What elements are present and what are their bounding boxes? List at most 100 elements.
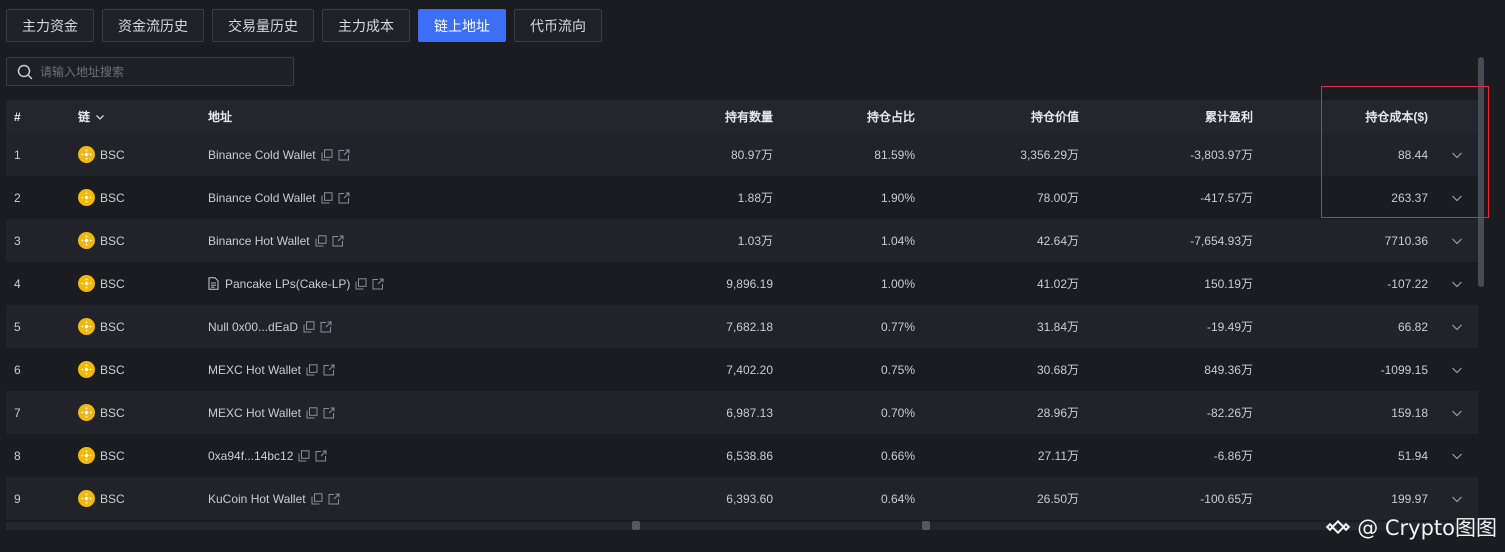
address-cell: MEXC Hot Wallet <box>208 348 335 391</box>
address-cell: Binance Cold Wallet <box>208 176 350 219</box>
header-address: 地址 <box>208 110 233 124</box>
table-row[interactable]: 3 BSC Binance Hot Wallet 1.03万 1.04% 42.64万 -7… <box>6 219 1478 262</box>
address-label[interactable]: Binance Hot Wallet <box>208 234 310 248</box>
tab-main-cost[interactable]: 主力成本 <box>322 9 410 42</box>
tab-token-flow[interactable]: 代币流向 <box>514 9 602 42</box>
quantity-cell: 7,682.18 <box>726 319 773 334</box>
copy-icon[interactable] <box>321 148 333 161</box>
chevron-down-icon <box>1452 410 1462 416</box>
quantity-cell: 6,393.60 <box>726 491 773 506</box>
pnl-cell: -7,654.93万 <box>1190 234 1253 248</box>
chain-name: BSC <box>100 362 125 377</box>
expand-row-button[interactable] <box>1450 176 1464 219</box>
address-label[interactable]: KuCoin Hot Wallet <box>208 492 306 506</box>
copy-icon[interactable] <box>298 449 310 462</box>
bnb-coin-icon <box>78 275 95 292</box>
copy-icon[interactable] <box>303 320 315 333</box>
header-chain-filter[interactable]: 链 <box>78 100 106 133</box>
header-cost: 持仓成本($) <box>1365 110 1428 124</box>
horizontal-scroll-handle-left[interactable] <box>632 521 640 530</box>
address-cell: 0xa94f...14bc12 <box>208 434 327 477</box>
table-row[interactable]: 4 BSC Pancake LPs(Cake-LP) 9,896.19 1.00% 41.… <box>6 262 1478 305</box>
pnl-cell: -3,803.97万 <box>1190 148 1253 162</box>
cost-cell: 51.94 <box>1397 448 1428 463</box>
table-row[interactable]: 2 BSC Binance Cold Wallet 1.88万 1.90% 78.00万 -… <box>6 176 1478 219</box>
percent-cell: 0.77% <box>880 319 915 334</box>
address-label[interactable]: Binance Cold Wallet <box>208 191 316 205</box>
horizontal-scroll-handle-right[interactable] <box>922 521 930 530</box>
chain-cell: BSC <box>78 348 125 391</box>
bnb-coin-icon <box>78 189 95 206</box>
row-num: 3 <box>14 233 21 248</box>
table-row[interactable]: 5 BSC Null 0x00...dEaD 7,682.18 0.77% 31.84万 -… <box>6 305 1478 348</box>
tab-volume-history[interactable]: 交易量历史 <box>212 9 314 42</box>
table-row[interactable]: 6 BSC MEXC Hot Wallet 7,402.20 0.75% 30.68万 84… <box>6 348 1478 391</box>
address-label[interactable]: Pancake LPs(Cake-LP) <box>225 277 350 291</box>
chain-name: BSC <box>100 147 125 162</box>
pnl-cell: 150.19万 <box>1204 277 1253 291</box>
copy-icon[interactable] <box>315 234 327 247</box>
percent-cell: 1.90% <box>880 190 915 205</box>
quantity-cell: 6,538.86 <box>726 448 773 463</box>
external-link-icon[interactable] <box>323 407 335 419</box>
binance-logo-icon <box>1325 519 1351 535</box>
expand-row-button[interactable] <box>1450 133 1464 176</box>
address-table: # 链 地址 持有数量 持仓占比 持仓价值 累计盈利 持仓成本($) 1 BSC B… <box>6 100 1478 520</box>
external-link-icon[interactable] <box>338 149 350 161</box>
expand-row-button[interactable] <box>1450 262 1464 305</box>
pnl-cell: -417.57万 <box>1200 191 1253 205</box>
table-row[interactable]: 9 BSC KuCoin Hot Wallet 6,393.60 0.64% 26.50万… <box>6 477 1478 520</box>
percent-cell: 0.64% <box>880 491 915 506</box>
address-label[interactable]: MEXC Hot Wallet <box>208 363 301 377</box>
header-chain-label: 链 <box>78 110 91 124</box>
external-link-icon[interactable] <box>323 364 335 376</box>
percent-cell: 0.75% <box>880 362 915 377</box>
chevron-down-icon <box>1452 152 1462 158</box>
expand-row-button[interactable] <box>1450 391 1464 434</box>
value-cell: 27.11万 <box>1037 449 1079 463</box>
chain-name: BSC <box>100 190 125 205</box>
expand-row-button[interactable] <box>1450 348 1464 391</box>
tab-main-funds[interactable]: 主力资金 <box>6 9 94 42</box>
external-link-icon[interactable] <box>328 493 340 505</box>
copy-icon[interactable] <box>321 191 333 204</box>
table-row[interactable]: 1 BSC Binance Cold Wallet 80.97万 81.59% 3,356… <box>6 133 1478 176</box>
row-num: 2 <box>14 190 21 205</box>
pnl-cell: 849.36万 <box>1204 363 1253 377</box>
percent-cell: 1.00% <box>880 276 915 291</box>
copy-icon[interactable] <box>355 277 367 290</box>
chain-cell: BSC <box>78 391 125 434</box>
address-label[interactable]: 0xa94f...14bc12 <box>208 449 293 463</box>
chevron-down-icon <box>1452 496 1462 502</box>
address-label[interactable]: MEXC Hot Wallet <box>208 406 301 420</box>
search-box <box>6 57 294 86</box>
chain-cell: BSC <box>78 176 125 219</box>
expand-row-button[interactable] <box>1450 434 1464 477</box>
external-link-icon[interactable] <box>320 321 332 333</box>
address-label[interactable]: Binance Cold Wallet <box>208 148 316 162</box>
copy-icon[interactable] <box>306 406 318 419</box>
external-link-icon[interactable] <box>332 235 344 247</box>
external-link-icon[interactable] <box>372 278 384 290</box>
table-row[interactable]: 8 BSC 0xa94f...14bc12 6,538.86 0.66% 27.11万 -6… <box>6 434 1478 477</box>
copy-icon[interactable] <box>311 492 323 505</box>
external-link-icon[interactable] <box>315 450 327 462</box>
address-cell: KuCoin Hot Wallet <box>208 477 340 520</box>
search-icon <box>17 64 33 79</box>
expand-row-button[interactable] <box>1450 219 1464 262</box>
address-cell: MEXC Hot Wallet <box>208 391 335 434</box>
copy-icon[interactable] <box>306 363 318 376</box>
horizontal-scrollbar[interactable] <box>6 522 1478 530</box>
address-label[interactable]: Null 0x00...dEaD <box>208 320 298 334</box>
tab-onchain-address[interactable]: 链上地址 <box>418 9 506 42</box>
value-cell: 41.02万 <box>1036 277 1079 291</box>
address-search-input[interactable] <box>40 58 293 85</box>
percent-cell: 81.59% <box>874 147 915 162</box>
external-link-icon[interactable] <box>338 192 350 204</box>
onchain-address-panel: 主力资金 资金流历史 交易量历史 主力成本 链上地址 代币流向 # 链 地址 持… <box>0 0 1505 552</box>
expand-row-button[interactable] <box>1450 305 1464 348</box>
tab-fund-flow-history[interactable]: 资金流历史 <box>102 9 204 42</box>
table-row[interactable]: 7 BSC MEXC Hot Wallet 6,987.13 0.70% 28.96万 -8… <box>6 391 1478 434</box>
pnl-cell: -82.26万 <box>1206 406 1253 420</box>
vertical-scrollbar[interactable] <box>1478 57 1484 287</box>
